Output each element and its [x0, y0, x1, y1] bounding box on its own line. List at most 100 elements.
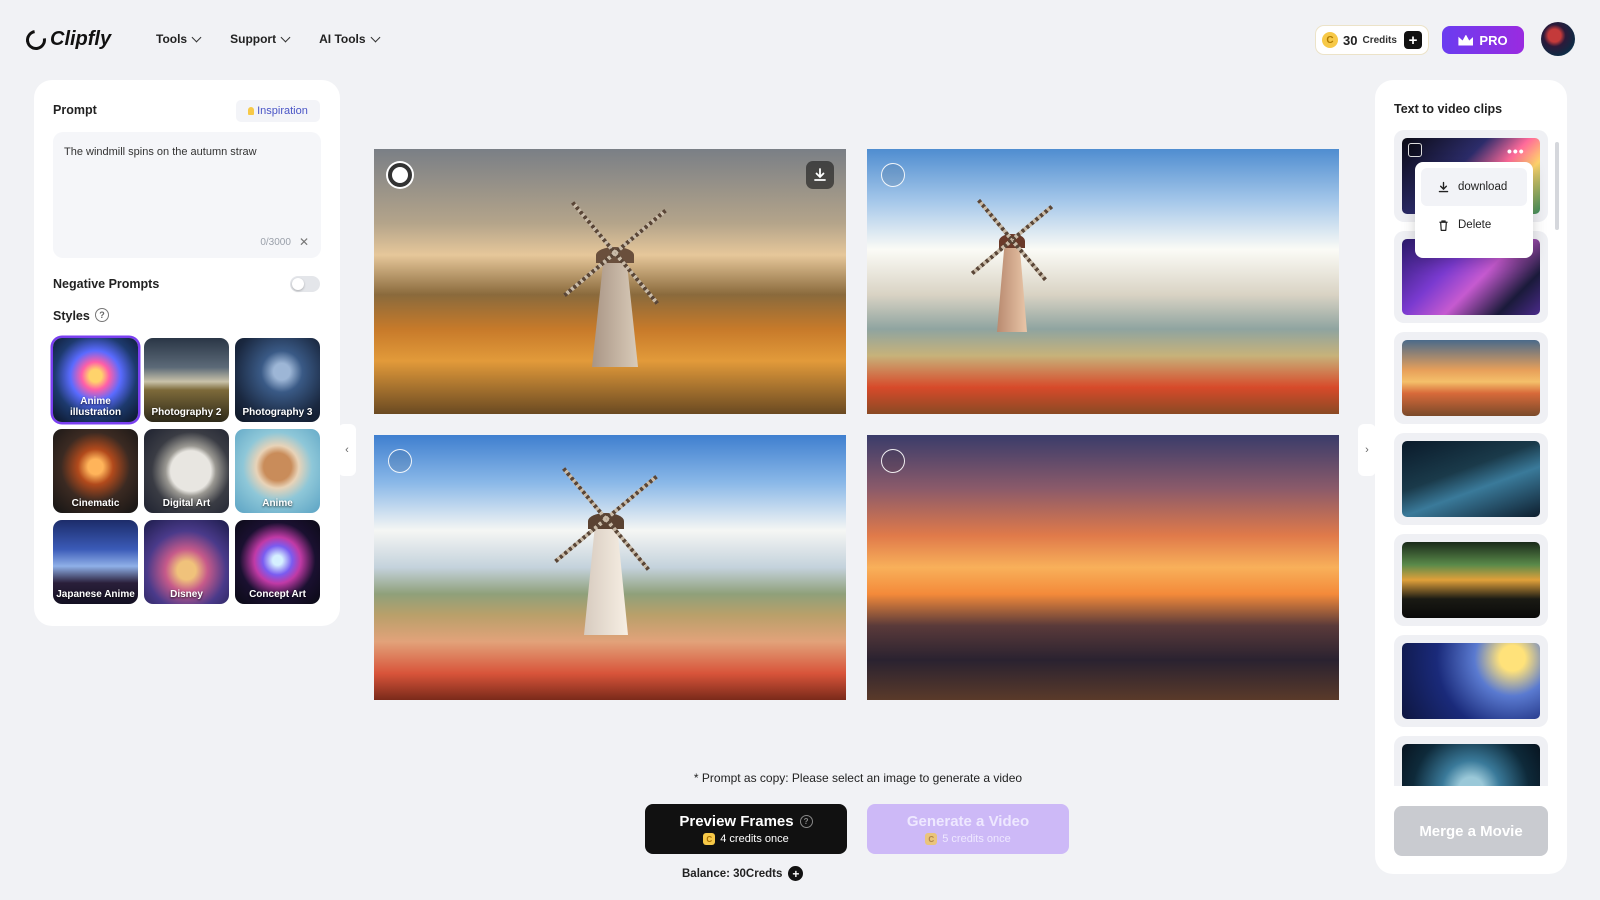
- nav-ai-tools-label: AI Tools: [319, 32, 366, 46]
- clips-title: Text to video clips: [1394, 102, 1503, 116]
- download-image-button[interactable]: [806, 161, 834, 189]
- negative-prompts-toggle[interactable]: [290, 276, 320, 292]
- menu-delete[interactable]: Delete: [1421, 206, 1527, 244]
- preview-frames-cost-label: 4 credits once: [720, 833, 789, 845]
- clips-panel: Text to video clips ••• download Delete …: [1375, 80, 1567, 874]
- style-card-disney[interactable]: Disney: [144, 520, 229, 604]
- style-name: Japanese Anime: [56, 588, 135, 600]
- coin-icon: C: [1322, 32, 1338, 48]
- prompt-panel: Prompt Inspiration The windmill spins on…: [34, 80, 340, 626]
- trash-icon: [1439, 219, 1448, 231]
- credits-amount: 30: [1343, 32, 1358, 48]
- preview-frames-title: Preview Frames ?: [679, 813, 813, 830]
- generate-video-cost-label: 5 credits once: [942, 833, 1011, 845]
- style-card-japanese-anime[interactable]: Japanese Anime: [53, 520, 138, 604]
- coin-icon: C: [703, 833, 716, 845]
- prompt-input[interactable]: The windmill spins on the autumn straw 0…: [53, 132, 321, 258]
- preview-frames-button[interactable]: Preview Frames ? C 4 credits once: [645, 804, 847, 854]
- help-icon[interactable]: ?: [95, 308, 109, 322]
- inspiration-button[interactable]: Inspiration: [236, 100, 320, 122]
- style-name: Photography 2: [151, 406, 222, 418]
- nav-ai-tools[interactable]: AI Tools: [319, 32, 381, 46]
- style-name: Concept Art: [249, 588, 306, 600]
- char-count: 0/3000: [260, 236, 291, 248]
- menu-download[interactable]: download: [1421, 168, 1527, 206]
- prompt-text: The windmill spins on the autumn straw: [64, 146, 257, 158]
- generated-image-1[interactable]: [374, 149, 846, 414]
- coin-icon: C: [925, 833, 938, 845]
- main-nav: Tools Support AI Tools: [156, 32, 381, 46]
- chevron-down-icon: [370, 32, 381, 42]
- select-image-radio[interactable]: [388, 449, 412, 473]
- logo-icon: [22, 25, 50, 54]
- prompt-title: Prompt: [53, 103, 97, 117]
- menu-delete-label: Delete: [1458, 219, 1492, 231]
- add-credits-button[interactable]: +: [788, 866, 804, 881]
- style-card-digital-art[interactable]: Digital Art: [144, 429, 229, 513]
- top-header: Clipfly Tools Support AI Tools C 30 Cred…: [0, 0, 1600, 80]
- balance-display: Balance: 30Credts +: [682, 866, 804, 881]
- help-icon[interactable]: ?: [799, 815, 813, 828]
- preview-frames-label: Preview Frames: [679, 813, 794, 830]
- inspiration-label: Inspiration: [257, 105, 308, 117]
- clip-item[interactable]: [1394, 332, 1548, 424]
- nav-support[interactable]: Support: [230, 32, 291, 46]
- nav-tools[interactable]: Tools: [156, 32, 202, 46]
- more-options-icon[interactable]: •••: [1507, 143, 1525, 159]
- select-image-radio[interactable]: [881, 449, 905, 473]
- nav-support-label: Support: [230, 32, 277, 46]
- preview-frames-cost: C 4 credits once: [703, 833, 789, 845]
- clip-item[interactable]: [1394, 635, 1548, 727]
- windmill: [970, 198, 1054, 332]
- chevron-down-icon: [191, 32, 202, 42]
- clip-item[interactable]: [1394, 736, 1548, 786]
- style-card-concept-art[interactable]: Concept Art: [235, 520, 320, 604]
- clear-icon[interactable]: ✕: [299, 235, 309, 249]
- style-card-photography-2[interactable]: Photography 2: [144, 338, 229, 422]
- style-name: Anime illustration: [69, 396, 122, 418]
- style-name: Digital Art: [162, 497, 211, 509]
- clip-checkbox[interactable]: [1408, 143, 1422, 157]
- style-name: Photography 3: [242, 406, 313, 418]
- balance-label: Balance: 30Credts: [682, 867, 783, 880]
- pro-button[interactable]: PRO: [1442, 26, 1524, 54]
- negative-prompts-label: Negative Prompts: [53, 277, 160, 291]
- generated-image-2[interactable]: [867, 149, 1339, 414]
- style-name: Anime: [262, 497, 293, 509]
- style-card-photography-3[interactable]: Photography 3: [235, 338, 320, 422]
- download-icon: [1438, 181, 1449, 192]
- char-counter: 0/3000 ✕: [260, 235, 309, 249]
- style-name: Cinematic: [71, 497, 120, 509]
- menu-download-label: download: [1458, 181, 1508, 193]
- style-card-anime-illustration[interactable]: Anime illustration: [53, 338, 138, 422]
- prompt-note: * Prompt as copy: Please select an image…: [693, 771, 1023, 785]
- style-card-anime[interactable]: Anime: [235, 429, 320, 513]
- select-image-radio[interactable]: [388, 163, 412, 187]
- windmill: [563, 201, 667, 367]
- collapse-right-panel-button[interactable]: ›: [1358, 424, 1376, 476]
- download-icon: [814, 168, 826, 181]
- windmill: [554, 467, 658, 635]
- select-image-radio[interactable]: [881, 163, 905, 187]
- clipfly-logo[interactable]: Clipfly: [22, 25, 111, 54]
- generated-image-4[interactable]: [867, 435, 1339, 700]
- credits-badge[interactable]: C 30 Credits +: [1316, 26, 1428, 54]
- add-credits-button[interactable]: +: [1404, 31, 1422, 49]
- generated-image-3[interactable]: [374, 435, 846, 700]
- style-name: Disney: [170, 588, 203, 600]
- generate-video-button[interactable]: Generate a Video C 5 credits once: [867, 804, 1069, 854]
- clip-item[interactable]: [1394, 534, 1548, 626]
- generate-video-cost: C 5 credits once: [925, 833, 1011, 845]
- generate-video-label: Generate a Video: [906, 813, 1030, 830]
- collapse-left-panel-button[interactable]: ‹: [338, 424, 356, 476]
- crown-icon: [1458, 34, 1474, 46]
- avatar[interactable]: [1541, 22, 1575, 56]
- merge-movie-button[interactable]: Merge a Movie: [1394, 806, 1548, 856]
- nav-tools-label: Tools: [156, 32, 188, 46]
- clip-item[interactable]: [1394, 433, 1548, 525]
- style-card-cinematic[interactable]: Cinematic: [53, 429, 138, 513]
- clips-scrollbar[interactable]: [1555, 142, 1559, 230]
- lightbulb-icon: [248, 107, 255, 115]
- styles-label: Styles: [53, 309, 90, 323]
- chevron-down-icon: [280, 32, 291, 42]
